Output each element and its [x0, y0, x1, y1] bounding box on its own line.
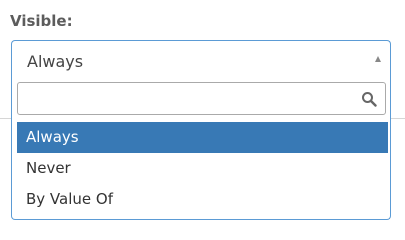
visible-label: Visible: [10, 12, 73, 30]
option-never[interactable]: Never [17, 153, 388, 184]
search-input[interactable] [22, 87, 352, 110]
dropdown-panel: Always Never By Value Of [11, 80, 391, 220]
chevron-up-icon[interactable] [375, 56, 381, 62]
visible-select[interactable]: Always [11, 40, 391, 80]
options-list: Always Never By Value Of [17, 122, 388, 215]
search-icon [362, 92, 377, 107]
selected-value: Always [27, 52, 84, 71]
search-box[interactable] [17, 82, 386, 115]
option-by-value-of[interactable]: By Value Of [17, 184, 388, 215]
option-always[interactable]: Always [17, 122, 388, 153]
